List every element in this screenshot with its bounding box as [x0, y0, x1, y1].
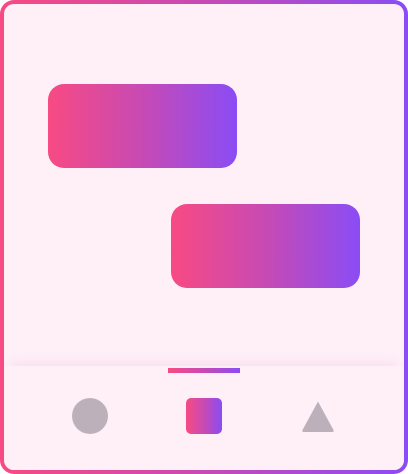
- selected-tab-indicator: [168, 368, 240, 373]
- gradient-card-1: [48, 84, 237, 168]
- nav-item-triangle[interactable]: [298, 396, 338, 436]
- square-icon: [186, 398, 222, 434]
- circle-icon: [72, 398, 108, 434]
- triangle-icon: [302, 401, 334, 432]
- app-frame: [0, 0, 408, 474]
- nav-item-circle[interactable]: [70, 396, 110, 436]
- nav-item-square[interactable]: [184, 396, 224, 436]
- content-area: [4, 4, 404, 370]
- app-screen: [4, 4, 404, 470]
- gradient-card-2: [171, 204, 360, 288]
- bottom-navigation: [4, 366, 404, 470]
